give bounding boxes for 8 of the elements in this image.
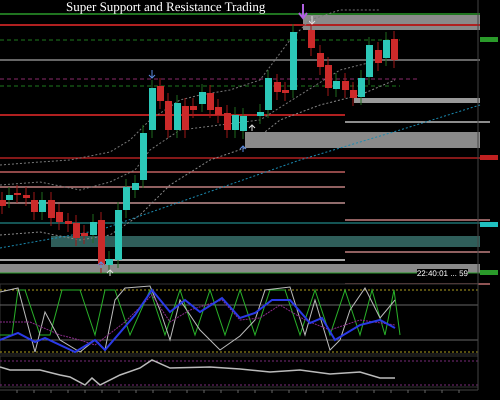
up-arrow-icon xyxy=(240,145,246,152)
candlestick xyxy=(308,22,315,56)
up-arrow-icon xyxy=(98,261,104,268)
up-arrow-icon xyxy=(106,269,114,276)
chart-title: Super Support and Resistance Trading xyxy=(64,0,268,13)
up-arrow-icon xyxy=(248,124,256,132)
down-arrow-icon xyxy=(148,70,156,79)
countdown-timer: 22:40:01 ... 59 xyxy=(416,269,468,278)
